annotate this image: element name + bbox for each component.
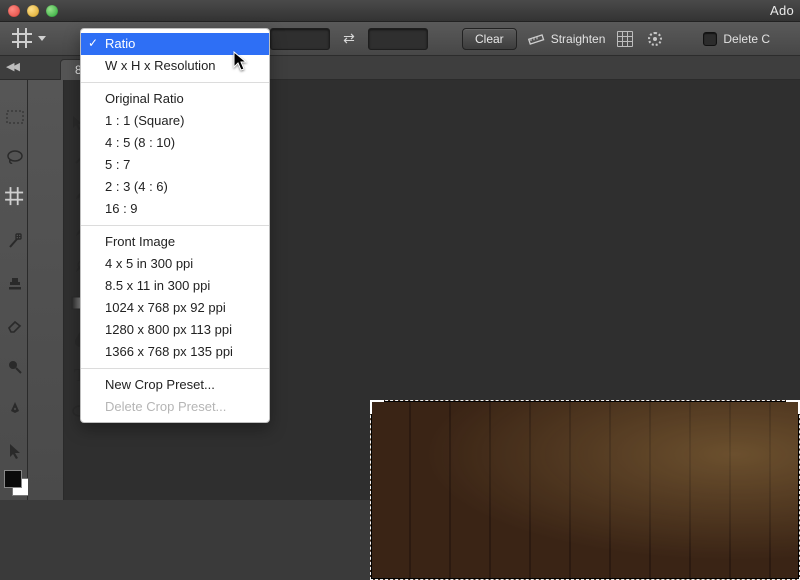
path-select-tool[interactable] xyxy=(4,440,26,462)
clear-button[interactable]: Clear xyxy=(462,28,517,50)
crop-ratio-menu: Ratio W x H x Resolution Original Ratio … xyxy=(80,28,270,423)
grid-icon xyxy=(617,31,633,47)
canvas-crop-area[interactable] xyxy=(370,400,800,580)
menu-item-preset-1280x800[interactable]: 1280 x 800 px 113 ppi xyxy=(81,319,269,341)
menu-separator xyxy=(81,368,269,369)
menu-item-preset-1024x768[interactable]: 1024 x 768 px 92 ppi xyxy=(81,297,269,319)
menu-item-preset-8p5x11[interactable]: 8.5 x 11 in 300 ppi xyxy=(81,275,269,297)
window-traffic-lights xyxy=(8,5,58,17)
straighten-icon xyxy=(527,30,545,48)
crop-options-gear[interactable] xyxy=(645,29,665,49)
menu-item-16-9[interactable]: 16 : 9 xyxy=(81,198,269,220)
crop-height-input[interactable] xyxy=(368,28,428,50)
menu-separator xyxy=(81,225,269,226)
swap-dimensions-icon[interactable]: ⇄ xyxy=(340,30,358,47)
zoom-icon[interactable] xyxy=(46,5,58,17)
crop-tool-indicator[interactable] xyxy=(10,30,50,48)
lasso-tool[interactable] xyxy=(4,146,26,168)
crop-handle-top-left[interactable] xyxy=(370,400,384,414)
menu-item-original-ratio[interactable]: Original Ratio xyxy=(81,88,269,110)
menu-item-delete-preset: Delete Crop Preset... xyxy=(81,396,269,418)
foreground-color-swatch[interactable] xyxy=(4,470,22,488)
gear-icon xyxy=(648,32,662,46)
mouse-cursor-icon xyxy=(232,50,250,77)
crop-tool-selected[interactable] xyxy=(4,186,26,208)
menu-item-4-5[interactable]: 4 : 5 (8 : 10) xyxy=(81,132,269,154)
delete-cropped-checkbox-group[interactable]: Delete C xyxy=(703,32,770,46)
eraser-tool[interactable] xyxy=(4,314,26,336)
menu-item-preset-1366x768[interactable]: 1366 x 768 px 135 ppi xyxy=(81,341,269,363)
menu-separator xyxy=(81,82,269,83)
menu-item-front-image[interactable]: Front Image xyxy=(81,231,269,253)
minimize-icon[interactable] xyxy=(27,5,39,17)
clear-button-label: Clear xyxy=(475,32,504,46)
pen-tool[interactable] xyxy=(4,398,26,420)
toolbar-secondary-column xyxy=(28,80,64,500)
left-dock xyxy=(0,80,28,500)
crop-icon xyxy=(14,30,32,48)
window-titlebar: Ado xyxy=(0,0,800,22)
menu-item-5-7[interactable]: 5 : 7 xyxy=(81,154,269,176)
menu-item-1-1[interactable]: 1 : 1 (Square) xyxy=(81,110,269,132)
stamp-tool[interactable] xyxy=(4,272,26,294)
menu-item-new-preset[interactable]: New Crop Preset... xyxy=(81,374,269,396)
crop-width-input[interactable] xyxy=(270,28,330,50)
marquee-tool[interactable] xyxy=(4,106,26,128)
menu-item-preset-4x5[interactable]: 4 x 5 in 300 ppi xyxy=(81,253,269,275)
overlay-grid-button[interactable] xyxy=(615,29,635,49)
close-icon[interactable] xyxy=(8,5,20,17)
straighten-control[interactable]: Straighten xyxy=(527,30,606,48)
chevron-down-icon xyxy=(38,36,46,41)
crop-handle-top-right[interactable] xyxy=(786,400,800,414)
delete-cropped-label: Delete C xyxy=(723,32,770,46)
menu-item-2-3[interactable]: 2 : 3 (4 : 6) xyxy=(81,176,269,198)
dodge-tool[interactable] xyxy=(4,356,26,378)
healing-brush-tool[interactable] xyxy=(4,230,26,252)
app-title: Ado xyxy=(770,3,794,18)
color-swatches[interactable] xyxy=(4,470,30,496)
delete-cropped-checkbox[interactable] xyxy=(703,32,717,46)
straighten-label: Straighten xyxy=(551,32,606,46)
panel-collapse-icon[interactable]: ◀◀ xyxy=(6,60,17,73)
